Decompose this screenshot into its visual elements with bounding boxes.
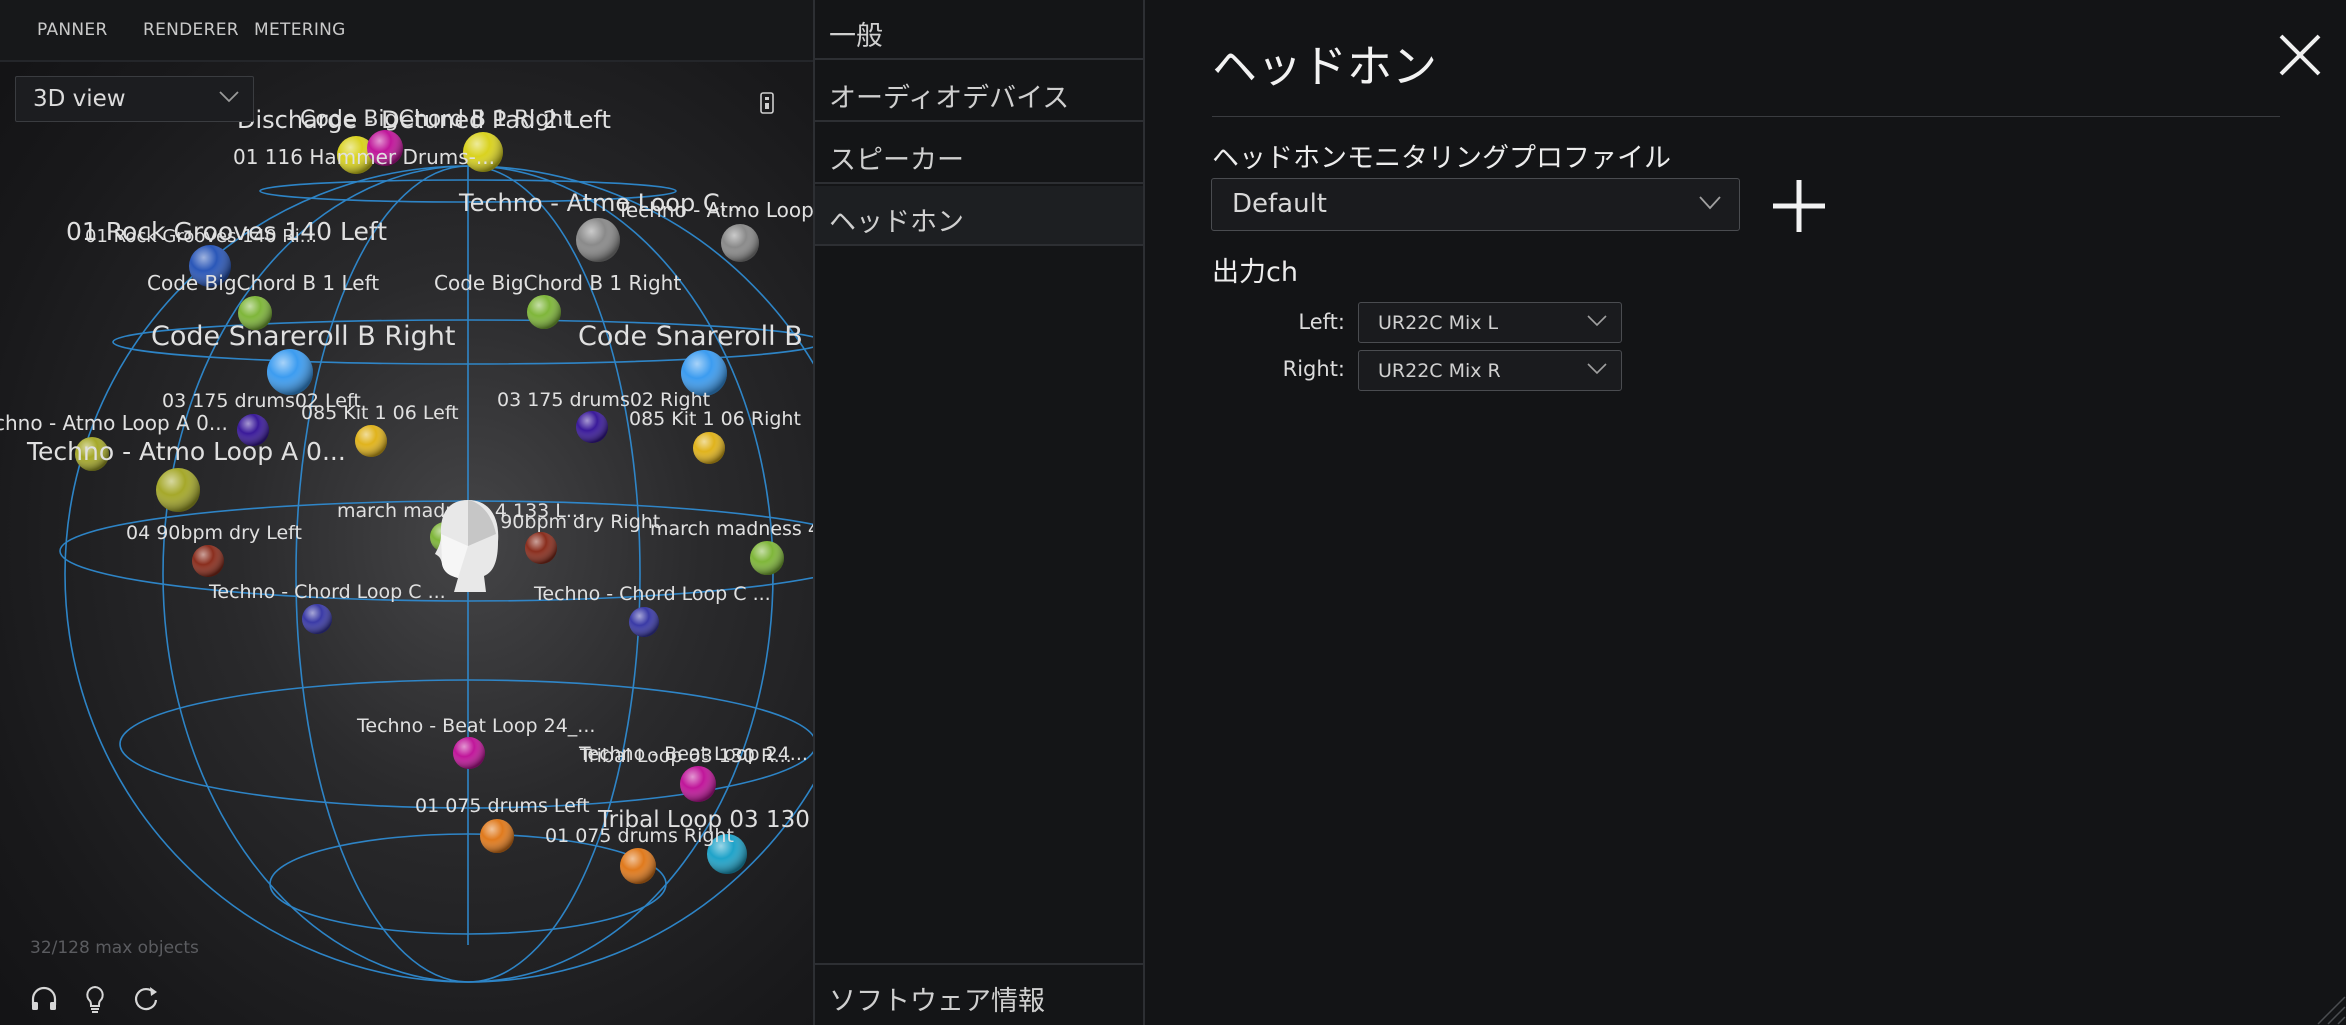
sound-object-label: 04 90bpm dry Left — [126, 522, 302, 544]
left-channel-select[interactable]: UR22C Mix L — [1358, 302, 1622, 343]
tab-panner[interactable]: PANNER — [37, 20, 108, 40]
sound-object-label: chno - Atmo Loop A 0... — [0, 411, 228, 435]
tab-renderer[interactable]: RENDERER — [143, 20, 239, 40]
nav-item-audio-device[interactable]: オーディオデバイス — [815, 62, 1143, 122]
sound-object-label: 01 116 Hammer Drums-... — [233, 145, 495, 169]
sound-object-shading — [453, 737, 485, 769]
sound-object-label: 01 075 drums Right — [545, 825, 734, 847]
panner-panel: Discharge - Detuned Pad 2 Left Code BigCh… — [0, 0, 813, 1025]
nav-item-headphones[interactable]: ヘッドホン — [815, 186, 1143, 246]
sound-object-shading — [750, 541, 784, 575]
left-channel-label: Left: — [1298, 310, 1345, 334]
sound-object-shading — [620, 848, 656, 884]
sound-object-label: Techno - Chord Loop C ... — [533, 583, 771, 605]
sound-object-label: Tribal Loop 03 130 R... — [579, 745, 792, 767]
sound-object-label: 085 Kit 1 06 Right — [629, 408, 801, 430]
view-mode-select[interactable]: 3D view — [15, 76, 254, 122]
profile-label: ヘッドホンモニタリングプロファイル — [1212, 143, 1671, 174]
left-channel-value: UR22C Mix L — [1378, 312, 1499, 334]
right-channel-label: Right: — [1282, 357, 1345, 381]
profile-select[interactable]: Default — [1211, 178, 1740, 231]
sound-object-shading — [355, 425, 387, 457]
sound-object-shading — [525, 532, 557, 564]
panner-tab-bar: PANNER RENDERER METERING — [0, 0, 813, 62]
sound-object-label: Code Snareroll B Le... — [578, 321, 813, 352]
sound-object-label: Techno - Chord Loop C ... — [208, 581, 446, 603]
sound-object-label: Code Snareroll B Right — [151, 321, 455, 352]
sound-object-label: 085 Kit 1 06 Left — [301, 402, 459, 424]
object-count: 32/128 max objects — [30, 938, 199, 958]
sound-object-shading — [156, 468, 200, 512]
info-icon[interactable] — [760, 92, 774, 114]
page-title: ヘッドホン — [1212, 40, 1438, 93]
lightbulb-icon[interactable] — [79, 983, 111, 1015]
sound-object-label: 01 075 drums Left — [415, 795, 590, 817]
sound-object-shading — [302, 604, 332, 634]
sound-object-shading — [680, 766, 716, 802]
sound-object-shading — [721, 224, 759, 262]
sound-object-label: 01 Rock Grooves 140 Ri... — [85, 226, 317, 247]
headphones-icon[interactable] — [28, 983, 60, 1015]
sound-object-shading — [267, 349, 313, 395]
headphone-settings-panel: ヘッドホン ヘッドホンモニタリングプロファイル Default 出力ch Lef… — [1145, 0, 2346, 1025]
sound-object-shading — [693, 432, 725, 464]
chevron-down-icon — [1587, 315, 1607, 327]
right-channel-value: UR22C Mix R — [1378, 360, 1501, 382]
sound-object-label: Techno - Atmo Loop A 0... — [26, 437, 346, 466]
view-mode-value: 3D view — [33, 86, 126, 112]
chevron-down-icon — [1699, 196, 1721, 210]
sound-object-label: Techno - Beat Loop 24_... — [356, 715, 595, 737]
plus-icon[interactable] — [1770, 177, 1828, 235]
sound-object-shading — [527, 295, 561, 329]
chevron-down-icon — [1587, 363, 1607, 375]
right-channel-select[interactable]: UR22C Mix R — [1358, 350, 1622, 391]
nav-item-speaker[interactable]: スピーカー — [815, 124, 1143, 184]
reset-icon[interactable] — [130, 983, 162, 1015]
sound-object-shading — [576, 411, 608, 443]
sound-object-label: Code BigChord B 1 Left — [147, 271, 379, 295]
settings-nav: 一般 オーディオデバイス スピーカー ヘッドホン ソフトウェア情報 — [813, 0, 1145, 1025]
listener-head-icon — [435, 500, 499, 592]
title-divider — [1212, 116, 2280, 117]
resize-grip-icon[interactable] — [2312, 991, 2346, 1025]
close-icon[interactable] — [2275, 30, 2325, 80]
nav-item-general[interactable]: 一般 — [815, 0, 1143, 60]
sound-object-label: Code BigChord B 1 Right — [434, 271, 681, 295]
sound-object-label: Code BigChord B 1 Right — [300, 107, 572, 132]
profile-select-value: Default — [1232, 189, 1327, 219]
sound-object-label: march madness 4... — [650, 518, 813, 540]
sound-object-shading — [480, 819, 514, 853]
nav-item-software-info[interactable]: ソフトウェア情報 — [815, 963, 1143, 1025]
tab-metering[interactable]: METERING — [254, 20, 346, 40]
sound-object-label: Techno - Atmo Loop ... — [616, 198, 813, 222]
sound-object-shading — [576, 218, 620, 262]
sound-object-shading — [629, 607, 659, 637]
sound-object-shading — [192, 545, 224, 577]
sphere-view[interactable]: Discharge - Detuned Pad 2 LeftCode BigCh… — [0, 0, 813, 1025]
chevron-down-icon — [219, 91, 239, 103]
output-channel-label: 出力ch — [1212, 257, 1298, 288]
